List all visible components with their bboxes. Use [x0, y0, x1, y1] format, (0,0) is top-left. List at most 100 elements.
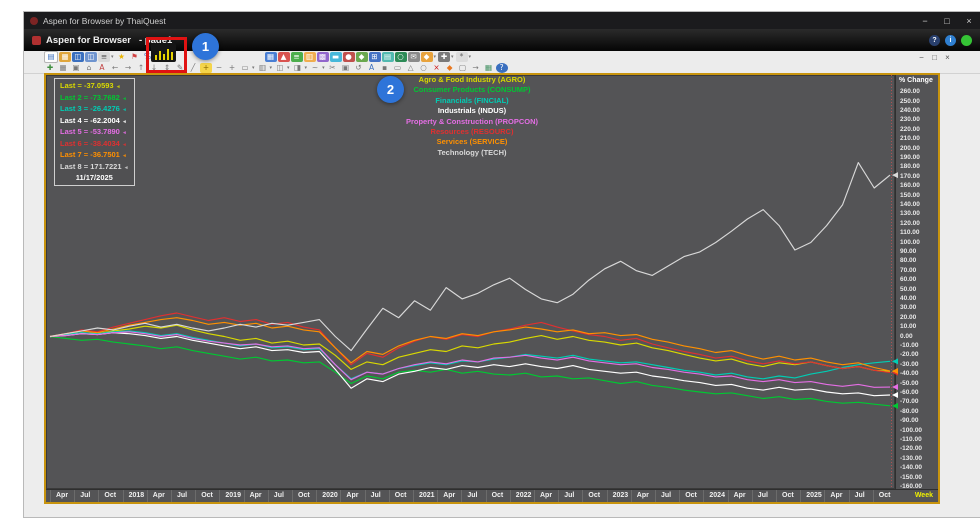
settings-icon[interactable]: * — [456, 52, 468, 62]
last-values-legend: Last = -37.0593 ◄Last 2 = -73.7682 ◄Last… — [54, 78, 135, 186]
bell-icon[interactable]: ◆ — [421, 52, 433, 62]
mail-icon[interactable]: ✉ — [408, 52, 420, 62]
info-badge-icon[interactable]: i — [945, 35, 956, 46]
line-chart-icon[interactable]: ◨ — [292, 63, 304, 73]
home-icon[interactable]: ⌂ — [83, 63, 95, 73]
matrix-icon[interactable]: ▩ — [317, 52, 329, 62]
delete-icon[interactable]: × — [431, 63, 443, 73]
mdi-close-button[interactable]: × — [941, 53, 954, 62]
dropdown-caret-icon[interactable]: ▾ — [322, 65, 325, 71]
series-legend-item: Resources (RESOURC) — [272, 127, 672, 137]
option-board-icon[interactable]: ▥ — [304, 52, 316, 62]
app-title: Aspen for Browser — [46, 35, 131, 46]
legend-marker-icon: ◄ — [122, 119, 127, 125]
new-document-icon[interactable]: ▤ — [44, 51, 58, 63]
aspen-logo-icon — [32, 36, 41, 45]
chart-tool-icon[interactable] — [151, 43, 176, 62]
last-value-row: Last 8 = 171.7221 ◄ — [60, 162, 129, 174]
series-line-AGRO — [50, 325, 890, 371]
save-icon[interactable]: ◫ — [72, 52, 84, 62]
mdi-minimize-button[interactable]: − — [915, 53, 928, 62]
dropdown-caret-icon[interactable]: ▾ — [252, 65, 255, 71]
legend-marker-icon: ◄ — [122, 130, 127, 136]
flame-icon[interactable]: ◆ — [444, 63, 456, 73]
news-window-icon[interactable]: ≡ — [291, 52, 303, 62]
minimize-button[interactable]: − — [914, 16, 936, 26]
table-icon[interactable]: ▦ — [483, 63, 495, 73]
close-button[interactable]: × — [958, 16, 980, 26]
alert-icon[interactable]: ● — [343, 52, 355, 62]
help-icon[interactable]: ? — [496, 63, 508, 73]
series-line-FINCIAL — [50, 331, 890, 379]
dropdown-caret-icon[interactable]: ▾ — [111, 54, 114, 60]
desktop: Aspen for Browser by ThaiQuest − □ × Asp… — [0, 0, 980, 530]
study-icon[interactable]: ~ — [309, 63, 321, 73]
chart-widget: % Change 260.00250.00240.00230.00220.002… — [44, 73, 940, 504]
series-legend-item: Industrials (INDUS) — [272, 106, 672, 116]
add-icon[interactable]: ✚ — [44, 63, 56, 73]
dropdown-caret-icon[interactable]: ▾ — [434, 54, 437, 60]
maximize-button[interactable]: □ — [936, 16, 958, 26]
app-window: Aspen for Browser by ThaiQuest − □ × Asp… — [24, 12, 980, 517]
portfolio-icon[interactable]: ◆ — [356, 52, 368, 62]
candle-chart-icon[interactable]: ◫ — [274, 63, 286, 73]
crosshair-icon[interactable]: + — [200, 63, 212, 73]
print-icon[interactable]: ≡ — [98, 52, 110, 62]
last-value-row: Last 5 = -53.7890 ◄ — [60, 127, 129, 139]
series-legend-item: Services (SERVICE) — [272, 137, 672, 147]
cut-icon[interactable]: ✂ — [327, 63, 339, 73]
zoom-in-icon[interactable]: + — [226, 63, 238, 73]
legend-marker-icon: ◄ — [116, 84, 121, 90]
arrow-right-icon[interactable]: → — [122, 63, 134, 73]
undo-icon[interactable]: ↺ — [353, 63, 365, 73]
series-line-TECH — [50, 163, 890, 351]
ellipse-tool-icon[interactable]: ○ — [418, 63, 430, 73]
mdi-window-controls: − □ × — [915, 53, 954, 62]
ticker-icon[interactable]: ▬ — [330, 52, 342, 62]
copy-icon[interactable]: ▣ — [340, 63, 352, 73]
quote-grid-icon[interactable]: ▦ — [265, 52, 277, 62]
open-folder-icon[interactable]: ▦ — [59, 52, 71, 62]
world-icon[interactable]: ○ — [395, 52, 407, 62]
zoom-out-icon[interactable]: − — [213, 63, 225, 73]
toolbar-row-1: ▤▦◫◫≡▾★⚑%▦▲≡▥▩▬●◆⊞▤○✉◆▾✚▾*▾ — [44, 51, 473, 62]
app-icon — [30, 17, 38, 25]
save-all-icon[interactable]: ◫ — [85, 52, 97, 62]
mdi-restore-button[interactable]: □ — [928, 53, 941, 62]
series-legend-item: Consumer Products (CONSUMP) — [272, 85, 672, 95]
layout-icon[interactable]: ▣ — [70, 63, 82, 73]
annotation-callout-2: 2 — [377, 76, 404, 103]
rectangle-tool-icon[interactable]: ▭ — [392, 63, 404, 73]
status-badge-icon — [961, 35, 972, 46]
favorite-star-icon[interactable]: ★ — [116, 52, 128, 62]
export-icon[interactable]: → — [470, 63, 482, 73]
calendar-icon[interactable]: ▤ — [382, 52, 394, 62]
chart-type-icon[interactable]: ▭ — [239, 63, 251, 73]
last-value-row: Last 3 = -26.4276 ◄ — [60, 104, 129, 116]
series-legend-item: Agro & Food Industry (AGRO) — [272, 75, 672, 85]
arrow-left-icon[interactable]: ← — [109, 63, 121, 73]
font-icon[interactable]: A — [96, 63, 108, 73]
dropdown-caret-icon[interactable]: ▾ — [451, 54, 454, 60]
legend-marker-icon: ◄ — [122, 96, 127, 102]
annotation-callout-1: 1 — [192, 33, 219, 60]
bookmark-flag-icon[interactable]: ⚑ — [129, 52, 141, 62]
triangle-tool-icon[interactable]: △ — [405, 63, 417, 73]
dropdown-caret-icon[interactable]: ▾ — [287, 65, 290, 71]
panel-icon[interactable]: ▢ — [457, 63, 469, 73]
help-badge-icon[interactable]: ? — [929, 35, 940, 46]
chart-plot-area[interactable]: % Change 260.00250.00240.00230.00220.002… — [46, 75, 938, 502]
cursor-date: 11/17/2025 — [60, 173, 129, 183]
grid-icon[interactable]: ▦ — [57, 63, 69, 73]
dropdown-caret-icon[interactable]: ▾ — [305, 65, 308, 71]
dropdown-caret-icon[interactable]: ▾ — [270, 65, 273, 71]
last-value-row: Last 6 = -38.4034 ◄ — [60, 139, 129, 151]
tools-icon[interactable]: ✚ — [438, 52, 450, 62]
trend-line-icon[interactable]: ╱ — [187, 63, 199, 73]
chart-window-icon[interactable]: ▲ — [278, 52, 290, 62]
text-tool-icon[interactable]: A — [366, 63, 378, 73]
dropdown-caret-icon[interactable]: ▾ — [469, 54, 472, 60]
callout-tool-icon[interactable]: ▪ — [379, 63, 391, 73]
bar-chart-icon[interactable]: ▥ — [257, 63, 269, 73]
calculator-icon[interactable]: ⊞ — [369, 52, 381, 62]
